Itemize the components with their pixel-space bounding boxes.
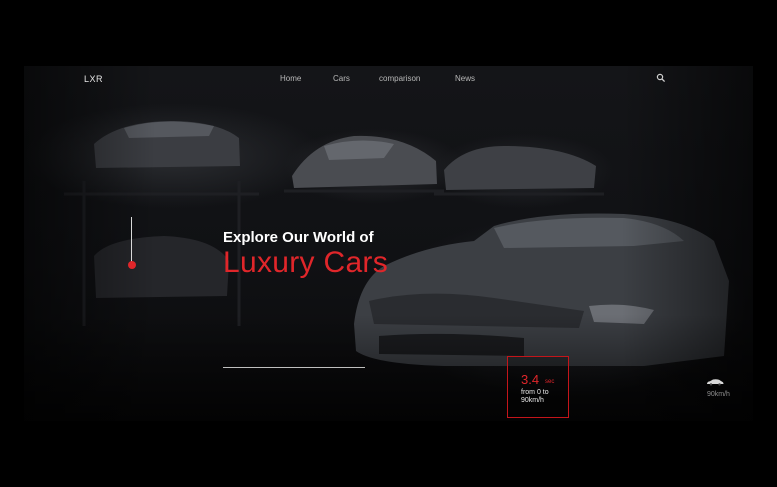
nav-item-news[interactable]: News xyxy=(455,74,475,83)
hero-section: LXR Home Cars comparison News Explore Ou… xyxy=(24,66,753,421)
slide-indicator-dot[interactable] xyxy=(128,261,136,269)
hero-title: Explore Our World of xyxy=(223,229,374,246)
search-icon[interactable] xyxy=(656,73,666,83)
stat-unit: sec xyxy=(545,379,555,385)
stat-value: 3.4 xyxy=(521,372,540,387)
acceleration-stat-card: 3.4 sec from 0 to 90km/h xyxy=(507,356,569,418)
car-icon[interactable] xyxy=(706,378,724,386)
brand-logo[interactable]: LXR xyxy=(84,74,103,84)
stat-label: from 0 to 90km/h xyxy=(521,389,549,404)
garage-cars-photo xyxy=(64,121,729,366)
nav-item-comparison[interactable]: comparison xyxy=(379,74,420,83)
nav-item-home[interactable]: Home xyxy=(280,74,301,83)
slide-indicator-line xyxy=(131,217,132,263)
hero-divider xyxy=(223,367,365,368)
mini-speed-label: 90km/h xyxy=(707,391,730,398)
hero-title-accent: Luxury Cars xyxy=(223,246,389,279)
nav-item-cars[interactable]: Cars xyxy=(333,74,350,83)
